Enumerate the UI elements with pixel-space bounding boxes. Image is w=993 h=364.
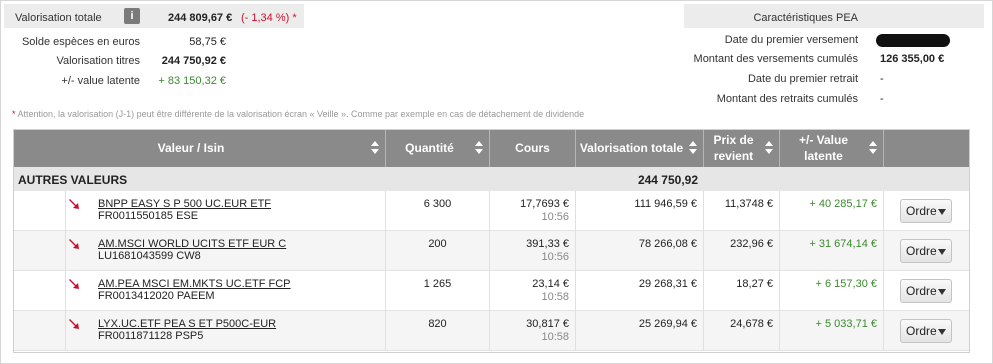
table-row: BNPP EASY S P 500 UC.EUR ETF FR001155018… (13, 191, 970, 231)
actions-cell: Ordre (883, 311, 970, 351)
valuation-disclaimer: * Attention, la valorisation (J-1) peut … (12, 109, 585, 119)
column-header-actions (883, 129, 970, 167)
plus-value-cell: + 6 157,30 € (779, 271, 883, 311)
plus-value-cell: + 5 033,71 € (779, 311, 883, 351)
security-isin: FR0011871128 PSP5 (98, 330, 204, 342)
sort-icon[interactable] (869, 141, 877, 155)
cumulative-deposits-label: Montant des versements cumulés (693, 53, 858, 65)
valorisation-cell: 29 268,31 € (575, 271, 703, 311)
column-header-cours: Cours (489, 129, 575, 167)
cumulative-withdrawals-label: Montant des retraits cumulés (716, 93, 858, 105)
pea-characteristics-title: Caractéristiques PEA (753, 12, 858, 24)
quantite-cell: 200 (385, 231, 489, 271)
column-header-quantite[interactable]: Quantité (385, 129, 489, 167)
cours-cell: 391,33 €10:56 (489, 231, 575, 271)
total-valuation-header: Valorisation totale i 244 809,67 € (- 1,… (4, 4, 304, 28)
security-name-link[interactable]: AM.MSCI WORLD UCITS ETF EUR C (98, 238, 286, 250)
chevron-down-icon (938, 329, 946, 335)
table-row: LYX.UC.ETF PEA S ET P500C-EUR FR00118711… (13, 311, 970, 351)
security-isin: LU1681043599 CW8 (98, 250, 201, 262)
cumulative-deposits-row: Montant des versements cumulés 126 355,0… (684, 50, 984, 69)
table-row: AM.MSCI WORLD UCITS ETF EUR C LU16810435… (13, 231, 970, 271)
security-isin: FR0011550185 ESE (98, 210, 199, 222)
cumulative-deposits-value: 126 355,00 € (880, 53, 945, 65)
first-withdrawal-row: Date du premier retrait - (684, 70, 984, 89)
security-name-link[interactable]: BNPP EASY S P 500 UC.EUR ETF (98, 198, 271, 210)
securities-valuation-row: Valorisation titres 244 750,92 € (4, 52, 304, 71)
order-dropdown-button[interactable]: Ordre (900, 279, 952, 303)
chevron-down-icon (938, 289, 946, 295)
pea-characteristics-header: Caractéristiques PEA (684, 4, 984, 28)
sort-icon[interactable] (475, 141, 483, 155)
sort-icon[interactable] (371, 141, 379, 155)
valeur-cell: AM.PEA MSCI EM.MKTS UC.ETF FCP FR0013412… (65, 271, 385, 311)
prix-revient-cell: 24,678 € (703, 311, 779, 351)
valeur-cell: AM.MSCI WORLD UCITS ETF EUR C LU16810435… (65, 231, 385, 271)
cours-cell: 23,14 €10:58 (489, 271, 575, 311)
actions-cell: Ordre (883, 271, 970, 311)
column-header-valeur[interactable]: Valeur / Isin (13, 129, 385, 167)
actions-cell: Ordre (883, 191, 970, 231)
sort-icon[interactable] (765, 141, 773, 155)
down-trend-icon (69, 239, 79, 249)
first-deposit-row: Date du premier versement (684, 31, 984, 50)
valorisation-cell: 111 946,59 € (575, 191, 703, 231)
quantite-cell: 820 (385, 311, 489, 351)
info-icon[interactable]: i (124, 8, 140, 24)
group-total: 244 750,92 (637, 173, 698, 187)
valorisation-cell: 78 266,08 € (575, 231, 703, 271)
cumulative-withdrawals-row: Montant des retraits cumulés - (684, 90, 984, 109)
prix-revient-cell: 232,96 € (703, 231, 779, 271)
order-dropdown-button[interactable]: Ordre (900, 319, 952, 343)
total-variation: (- 1,34 %) * (241, 12, 297, 24)
first-withdrawal-value: - (880, 73, 884, 85)
order-dropdown-button[interactable]: Ordre (900, 239, 952, 263)
valeur-cell: BNPP EASY S P 500 UC.EUR ETF FR001155018… (65, 191, 385, 231)
securities-valuation-label: Valorisation titres (56, 55, 140, 67)
first-withdrawal-label: Date du premier retrait (747, 73, 858, 85)
unrealized-gain-row: +/- value latente + 83 150,32 € (4, 72, 304, 91)
security-name-link[interactable]: LYX.UC.ETF PEA S ET P500C-EUR (98, 318, 276, 330)
cash-balance-value: 58,75 € (189, 36, 226, 48)
down-trend-icon (69, 279, 79, 289)
valeur-cell: LYX.UC.ETF PEA S ET P500C-EUR FR00118711… (65, 311, 385, 351)
redacted-value (876, 34, 950, 47)
group-row: AUTRES VALEURS 244 750,92 (13, 167, 970, 191)
security-name-link[interactable]: AM.PEA MSCI EM.MKTS UC.ETF FCP (98, 278, 291, 290)
actions-cell: Ordre (883, 231, 970, 271)
plus-value-cell: + 31 674,14 € (779, 231, 883, 271)
first-deposit-label: Date du premier versement (724, 34, 858, 46)
column-header-plus-value[interactable]: +/- Value latente (779, 129, 883, 167)
quantite-cell: 1 265 (385, 271, 489, 311)
sort-icon[interactable] (689, 141, 697, 155)
cumulative-withdrawals-value: - (880, 93, 884, 105)
column-header-valorisation[interactable]: Valorisation totale (575, 129, 703, 167)
prix-revient-cell: 18,27 € (703, 271, 779, 311)
down-trend-icon (69, 319, 79, 329)
prix-revient-cell: 11,3748 € (703, 191, 779, 231)
table-row: AM.PEA MSCI EM.MKTS UC.ETF FCP FR0013412… (13, 271, 970, 311)
chevron-down-icon (938, 209, 946, 215)
quantite-cell: 6 300 (385, 191, 489, 231)
chevron-down-icon (938, 249, 946, 255)
cash-balance-row: Solde espèces en euros 58,75 € (4, 33, 304, 52)
plus-value-cell: + 40 285,17 € (779, 191, 883, 231)
cash-balance-label: Solde espèces en euros (21, 36, 140, 48)
valorisation-cell: 25 269,94 € (575, 311, 703, 351)
unrealized-gain-value: + 83 150,32 € (158, 75, 226, 87)
security-isin: FR0013412020 PAEEM (98, 290, 215, 302)
group-name: AUTRES VALEURS (18, 173, 128, 187)
total-valuation-value: 244 809,67 € (168, 12, 233, 24)
table-header: Valeur / Isin Quantité Cours Valorisatio… (13, 129, 970, 167)
cours-cell: 17,7693 €10:56 (489, 191, 575, 231)
unrealized-gain-label: +/- value latente (61, 75, 140, 87)
down-trend-icon (69, 199, 79, 209)
cours-cell: 30,817 €10:58 (489, 311, 575, 351)
column-header-prix-revient[interactable]: Prix de revient (703, 129, 779, 167)
order-dropdown-button[interactable]: Ordre (900, 199, 952, 223)
securities-valuation-value: 244 750,92 € (161, 55, 226, 67)
total-valuation-label: Valorisation totale (15, 12, 102, 24)
